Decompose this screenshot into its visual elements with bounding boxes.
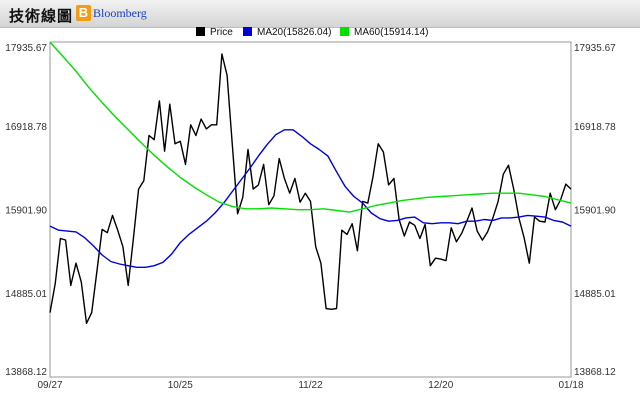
x-tick-label: 12/20 [428, 380, 453, 391]
legend-swatch [243, 27, 252, 36]
x-tick-label: 09/27 [37, 380, 62, 391]
legend-swatch [196, 27, 205, 36]
y-tick-label-right: 15901.90 [574, 205, 616, 216]
y-tick-label-left: 17935.67 [5, 43, 47, 54]
legend-label: MA60(15914.14) [354, 27, 429, 38]
y-tick-label-right: 13868.12 [574, 367, 616, 378]
legend-swatch [340, 27, 349, 36]
chart-legend: Price MA20(15826.04) MA60(15914.14) [196, 27, 429, 38]
x-tick-label: 11/22 [298, 380, 323, 391]
y-tick-label-left: 16918.78 [5, 122, 47, 133]
y-tick-label-left: 14885.01 [5, 289, 47, 300]
y-tick-label-right: 16918.78 [574, 122, 616, 133]
x-tick-label: 01/18 [558, 380, 583, 391]
y-tick-label-left: 15901.90 [5, 205, 47, 216]
legend-label: MA20(15826.04) [257, 27, 332, 38]
x-tick-label: 10/25 [168, 380, 193, 391]
y-tick-label-right: 17935.67 [574, 43, 616, 54]
price-chart: 17935.67 17935.67 16918.78 16918.78 15901.90… [5, 27, 616, 391]
y-tick-label-left: 13868.12 [5, 367, 47, 378]
legend-label: Price [210, 27, 233, 38]
y-tick-label-right: 14885.01 [574, 289, 616, 300]
